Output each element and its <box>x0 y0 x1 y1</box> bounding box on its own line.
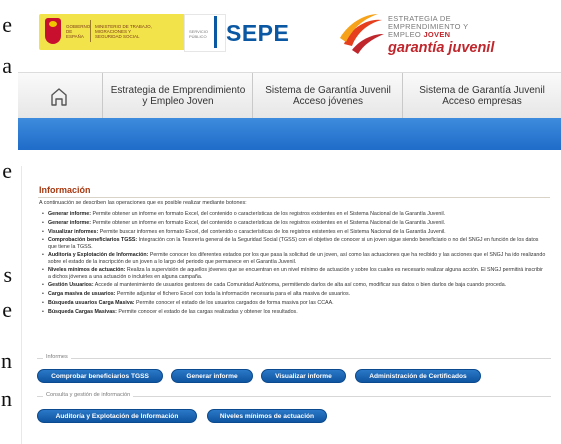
item-label: Niveles mínimos de actuación: <box>48 267 126 274</box>
nav-item-acceso-empresas[interactable]: Sistema de Garantía Juvenil Acceso empre… <box>402 73 561 119</box>
item-label: Generar informe: <box>48 219 91 226</box>
content-panel: Información A continuación se describen … <box>21 166 554 444</box>
nav-line: Acceso empresas <box>442 96 522 107</box>
list-item: Visualizar informes: Permite buscar info… <box>42 229 547 235</box>
nav-line: Acceso jóvenes <box>292 96 364 107</box>
gj-line-3: EMPLEO JOVEN <box>388 31 558 39</box>
item-label: Generar informe: <box>48 211 91 217</box>
edge-char: n <box>1 386 12 411</box>
administracion-certificados-button[interactable]: Administración de Certificados <box>355 369 481 383</box>
ministry-label: MINISTERIO DE TRABAJO, MIGRACIONES Y SEG… <box>95 24 152 39</box>
edge-char: e <box>2 12 12 37</box>
consulta-section: Consulta y gestión de información <box>37 392 551 398</box>
logo-divider <box>90 20 91 42</box>
comprobar-tgss-button[interactable]: Comprobar beneficiarios TGSS <box>37 369 163 383</box>
consulta-legend: Consulta y gestión de información <box>43 392 134 398</box>
list-item: Gestión Usuarios: Accede al mantenimient… <box>42 282 547 288</box>
informes-section: Informes <box>37 354 551 360</box>
gov-label: GOBIERNO DE ESPAÑA <box>66 24 91 39</box>
item-label: Visualizar informes: <box>48 228 99 235</box>
item-label: Comprobación beneficiarios TGSS: <box>48 237 138 244</box>
niveles-minimos-button[interactable]: Niveles mínimos de actuación <box>207 409 327 423</box>
gj-title: garantía juvenil <box>388 40 495 56</box>
info-title: Información <box>39 185 91 195</box>
nav-line: Sistema de Garantía Juvenil <box>265 85 391 96</box>
item-label: Búsqueda Cargas Masivas: <box>48 308 117 315</box>
item-text: Accede al mantenimiento de usuarios gest… <box>93 282 507 289</box>
informes-legend: Informes <box>43 354 71 360</box>
info-intro: A continuación se describen las operacio… <box>39 200 247 206</box>
item-label: Carga masiva de usuarios: <box>48 291 116 298</box>
list-item: Generar informe: Permite obtener un info… <box>42 211 547 217</box>
item-text: Permite adjuntar el fichero Excel con to… <box>115 291 351 298</box>
list-item: Búsqueda Cargas Masivas: Permite conocer… <box>42 309 547 315</box>
item-label: Búsqueda usuarios Carga Masiva: <box>48 299 135 306</box>
edge-text-column: e a e s e n n <box>0 0 12 444</box>
garantia-juvenil-logo[interactable]: ESTRATEGIA DE EMPRENDIMIENTO Y EMPLEO JO… <box>388 15 558 57</box>
divider <box>38 197 550 198</box>
edge-char: a <box>2 53 12 78</box>
nav-item-emprendimiento[interactable]: Estrategia de Emprendimiento y Empleo Jo… <box>102 73 253 119</box>
page: GOBIERNO DE ESPAÑA MINISTERIO DE TRABAJO… <box>18 0 561 444</box>
nav-line: y Empleo Joven <box>142 96 214 107</box>
generar-informe-button[interactable]: Generar informe <box>171 369 253 383</box>
item-label: Auditoría y Explotación de Información: <box>48 252 149 259</box>
sepe-logo-bar <box>214 16 217 48</box>
main-nav: Estrategia de Emprendimiento y Empleo Jo… <box>18 72 561 120</box>
edge-char: e <box>2 297 12 322</box>
item-text: Permite obtener un informe en formato Ex… <box>90 219 446 226</box>
item-text: Permite buscar informes en formato Excel… <box>98 228 446 235</box>
nav-line: Sistema de Garantía Juvenil <box>419 85 545 96</box>
gj-line-3b: JOVEN <box>423 30 451 39</box>
sepe-logo[interactable]: SEPE <box>226 20 289 48</box>
item-label: Gestión Usuarios: <box>48 282 94 289</box>
operations-list: Generar informe: Permite obtener un info… <box>42 211 547 318</box>
government-logo[interactable]: GOBIERNO DE ESPAÑA MINISTERIO DE TRABAJO… <box>39 14 199 50</box>
garantia-juvenil-swoosh-icon <box>340 14 384 54</box>
home-icon[interactable] <box>42 83 76 109</box>
partner-logo[interactable]: SERVICIO PÚBLICO <box>184 14 226 52</box>
list-item: Comprobación beneficiarios TGSS: Integra… <box>42 237 547 249</box>
partner-label: SERVICIO PÚBLICO <box>189 29 209 39</box>
coat-of-arms-icon <box>45 18 61 44</box>
site-header: GOBIERNO DE ESPAÑA MINISTERIO DE TRABAJO… <box>18 0 561 70</box>
item-text: Permite conocer el estado de los usuario… <box>134 299 334 306</box>
nav-item-acceso-jovenes[interactable]: Sistema de Garantía Juvenil Acceso jóven… <box>252 73 403 119</box>
nav-line: Estrategia de Emprendimiento <box>110 85 246 96</box>
content-area: Información A continuación se describen … <box>18 158 561 444</box>
item-text: Permite conocer el estado de las cargas … <box>116 308 298 315</box>
blue-banner <box>18 118 561 150</box>
list-item: Auditoría y Explotación de Información: … <box>42 252 547 264</box>
list-item: Búsqueda usuarios Carga Masiva: Permite … <box>42 300 547 306</box>
item-text: Permite obtener un informe en formato Ex… <box>90 211 446 217</box>
list-item: Niveles mínimos de actuación: Realiza la… <box>42 267 547 279</box>
edge-char: n <box>1 348 12 373</box>
list-item: Carga masiva de usuarios: Permite adjunt… <box>42 291 547 297</box>
edge-char: e <box>2 158 12 183</box>
auditoria-explotacion-button[interactable]: Auditoría y Explotación de Información <box>37 409 197 423</box>
gj-line-3a: EMPLEO <box>388 30 424 39</box>
list-item: Generar informe: Permite obtener un info… <box>42 220 547 226</box>
visualizar-informe-button[interactable]: Visualizar informe <box>261 369 346 383</box>
edge-char: s <box>3 262 12 287</box>
